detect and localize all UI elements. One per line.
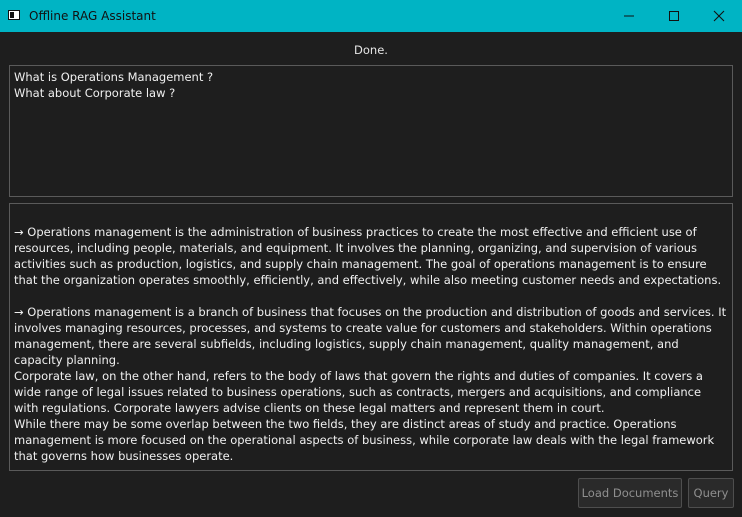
close-button[interactable] — [696, 0, 742, 32]
close-icon — [713, 7, 725, 26]
query-line: What about Corporate law ? — [14, 86, 176, 100]
app-window: Offline RAG Assistant Done. What is Oper… — [0, 0, 742, 517]
maximize-icon — [668, 7, 680, 26]
maximize-button[interactable] — [651, 0, 697, 32]
window-title: Offline RAG Assistant — [29, 9, 156, 23]
answer-paragraph: While there may be some overlap between … — [14, 417, 715, 463]
answer-paragraph: → Operations management is a branch of b… — [14, 305, 727, 367]
query-button[interactable]: Query — [688, 478, 734, 508]
answer-paragraph: Corporate law, on the other hand, refers… — [14, 369, 703, 415]
load-documents-button[interactable]: Load Documents — [578, 478, 682, 508]
answer-paragraph: → Operations management is the administr… — [14, 225, 722, 287]
query-line: What is Operations Management ? — [14, 70, 214, 84]
answer-output[interactable]: → Operations management is the administr… — [9, 203, 733, 471]
app-window-icon — [8, 10, 20, 20]
minimize-button[interactable] — [606, 0, 652, 32]
title-bar[interactable]: Offline RAG Assistant — [0, 0, 742, 32]
minimize-icon — [623, 7, 635, 26]
query-input[interactable]: What is Operations Management ? What abo… — [9, 65, 733, 197]
status-label: Done. — [354, 43, 388, 57]
